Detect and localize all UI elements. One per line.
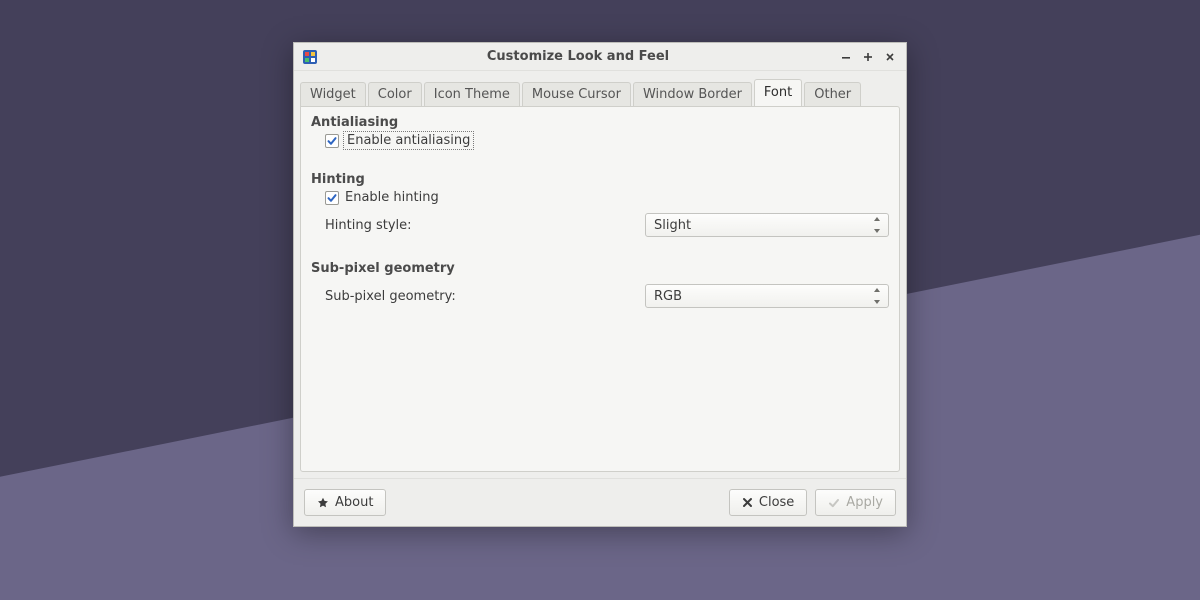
- combo-subpixel-geometry[interactable]: RGB: [645, 284, 889, 308]
- label-enable-hinting: Enable hinting: [345, 190, 439, 205]
- star-icon: [317, 497, 329, 509]
- tab-window-border[interactable]: Window Border: [633, 82, 752, 107]
- apply-button: Apply: [815, 489, 896, 516]
- row-enable-hinting[interactable]: Enable hinting: [311, 190, 889, 205]
- close-dialog-button-label: Close: [759, 495, 794, 510]
- dialog-footer: About Close Apply: [294, 478, 906, 526]
- maximize-button[interactable]: [860, 49, 876, 65]
- tab-content-font: Antialiasing Enable antialiasing Hinting…: [300, 106, 900, 472]
- about-button-label: About: [335, 495, 373, 510]
- tab-mouse-cursor[interactable]: Mouse Cursor: [522, 82, 631, 107]
- row-subpixel-geometry: Sub-pixel geometry: RGB: [311, 284, 889, 308]
- row-enable-antialiasing[interactable]: Enable antialiasing: [311, 133, 889, 148]
- app-icon: [302, 49, 318, 65]
- about-button[interactable]: About: [304, 489, 386, 516]
- check-icon: [828, 497, 840, 509]
- tab-other[interactable]: Other: [804, 82, 861, 107]
- combo-subpixel-geometry-value: RGB: [654, 289, 682, 304]
- label-hinting-style: Hinting style:: [325, 218, 645, 233]
- tab-font[interactable]: Font: [754, 79, 802, 106]
- close-button[interactable]: [882, 49, 898, 65]
- row-hinting-style: Hinting style: Slight: [311, 213, 889, 237]
- tab-widget[interactable]: Widget: [300, 82, 366, 107]
- section-title-subpixel: Sub-pixel geometry: [311, 261, 889, 276]
- combo-hinting-style[interactable]: Slight: [645, 213, 889, 237]
- tab-color[interactable]: Color: [368, 82, 422, 107]
- label-subpixel-geometry: Sub-pixel geometry:: [325, 289, 645, 304]
- window-title: Customize Look and Feel: [324, 49, 832, 64]
- combo-hinting-style-value: Slight: [654, 218, 691, 233]
- close-icon: [742, 497, 753, 508]
- tab-icon-theme[interactable]: Icon Theme: [424, 82, 520, 107]
- tabbar: Widget Color Icon Theme Mouse Cursor Win…: [294, 73, 906, 106]
- chevron-updown-icon: [874, 217, 882, 233]
- checkbox-enable-antialiasing[interactable]: [325, 134, 339, 148]
- section-title-antialiasing: Antialiasing: [311, 115, 889, 130]
- close-dialog-button[interactable]: Close: [729, 489, 807, 516]
- chevron-updown-icon: [874, 288, 882, 304]
- label-enable-antialiasing: Enable antialiasing: [345, 133, 472, 148]
- window-customize-look-and-feel: Customize Look and Feel Widget Color Ico…: [293, 42, 907, 527]
- apply-button-label: Apply: [846, 495, 883, 510]
- titlebar[interactable]: Customize Look and Feel: [294, 43, 906, 71]
- minimize-button[interactable]: [838, 49, 854, 65]
- checkbox-enable-hinting[interactable]: [325, 191, 339, 205]
- section-title-hinting: Hinting: [311, 172, 889, 187]
